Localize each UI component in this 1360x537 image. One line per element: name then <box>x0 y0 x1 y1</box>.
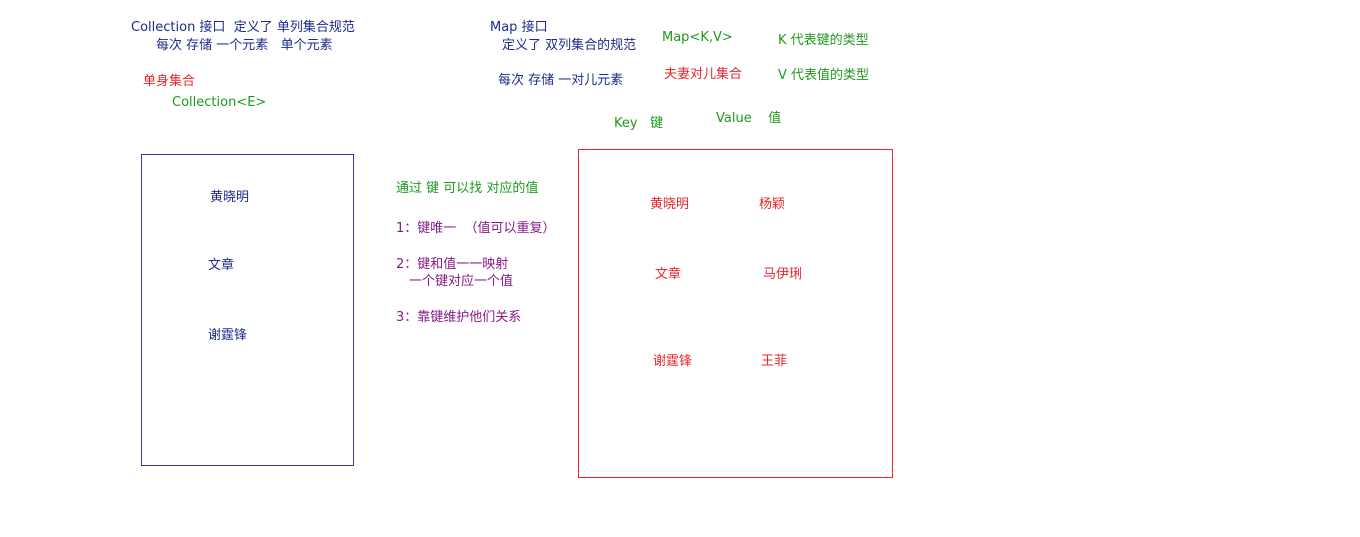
collection-subtitle: 每次 存储 一个元素 单个元素 <box>156 38 333 53</box>
rule-3: 3：靠键维护他们关系 <box>396 310 522 325</box>
collection-item: 黄晓明 <box>210 190 250 205</box>
collection-title: Collection 接口 定义了 单列集合规范 <box>131 20 355 35</box>
couple-collection-label: 夫妻对儿集合 <box>664 67 743 82</box>
v-type-desc: V 代表值的类型 <box>778 68 870 83</box>
map-value: 杨颖 <box>759 197 786 212</box>
find-by-key-note: 通过 键 可以找 对应的值 <box>396 181 539 196</box>
map-key: 黄晓明 <box>650 197 690 212</box>
collection-generic: Collection<E> <box>172 95 267 110</box>
map-subtitle: 定义了 双列集合的规范 <box>502 38 637 53</box>
map-value: 王菲 <box>761 354 788 369</box>
map-key: 文章 <box>655 267 682 282</box>
collection-item: 文章 <box>208 258 235 273</box>
rule-2-detail: 一个键对应一个值 <box>409 274 514 289</box>
collection-item: 谢霆锋 <box>208 328 248 343</box>
value-label: Value 值 <box>716 111 782 126</box>
rule-1: 1：键唯一 （值可以重复） <box>396 221 556 236</box>
k-type-desc: K 代表键的类型 <box>778 33 869 48</box>
key-label: Key 键 <box>614 116 663 131</box>
map-title: Map 接口 <box>490 20 548 35</box>
map-generic: Map<K,V> <box>662 30 733 45</box>
map-storage-desc: 每次 存储 一对儿元素 <box>498 73 624 88</box>
map-value: 马伊琍 <box>763 267 803 282</box>
map-key: 谢霆锋 <box>653 354 693 369</box>
single-collection-label: 单身集合 <box>143 74 196 89</box>
map-box <box>578 149 893 478</box>
rule-2: 2：键和值一一映射 <box>396 257 509 272</box>
